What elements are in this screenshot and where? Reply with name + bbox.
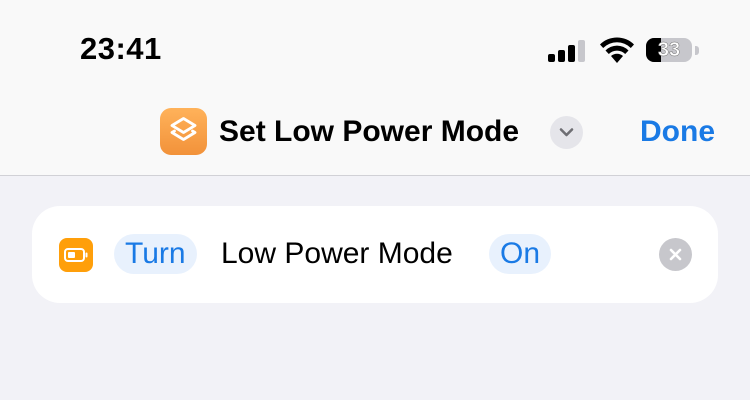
status-time: 23:41 <box>80 31 162 66</box>
shortcut-title[interactable]: Set Low Power Mode <box>219 113 519 151</box>
battery-percent: 33 <box>657 39 681 62</box>
top-bar: 23:41 33 Set Low Power Mode Done <box>0 0 750 176</box>
done-button[interactable]: Done <box>640 113 715 151</box>
cellular-signal-icon <box>548 40 585 62</box>
battery-icon <box>59 238 93 272</box>
battery-tip <box>695 46 699 55</box>
operation-token[interactable]: Turn <box>114 234 197 274</box>
chevron-down-icon <box>559 128 574 137</box>
state-token[interactable]: On <box>489 234 552 274</box>
close-icon <box>669 248 682 261</box>
action-card[interactable]: Turn Low Power Mode On <box>32 206 718 303</box>
action-setting-label: Low Power Mode <box>221 237 453 270</box>
battery-indicator: 33 <box>646 38 700 64</box>
wifi-icon <box>600 37 634 63</box>
remove-action-button[interactable] <box>659 238 692 271</box>
title-menu-button[interactable] <box>550 116 583 149</box>
shortcuts-layers-icon[interactable] <box>160 108 207 155</box>
